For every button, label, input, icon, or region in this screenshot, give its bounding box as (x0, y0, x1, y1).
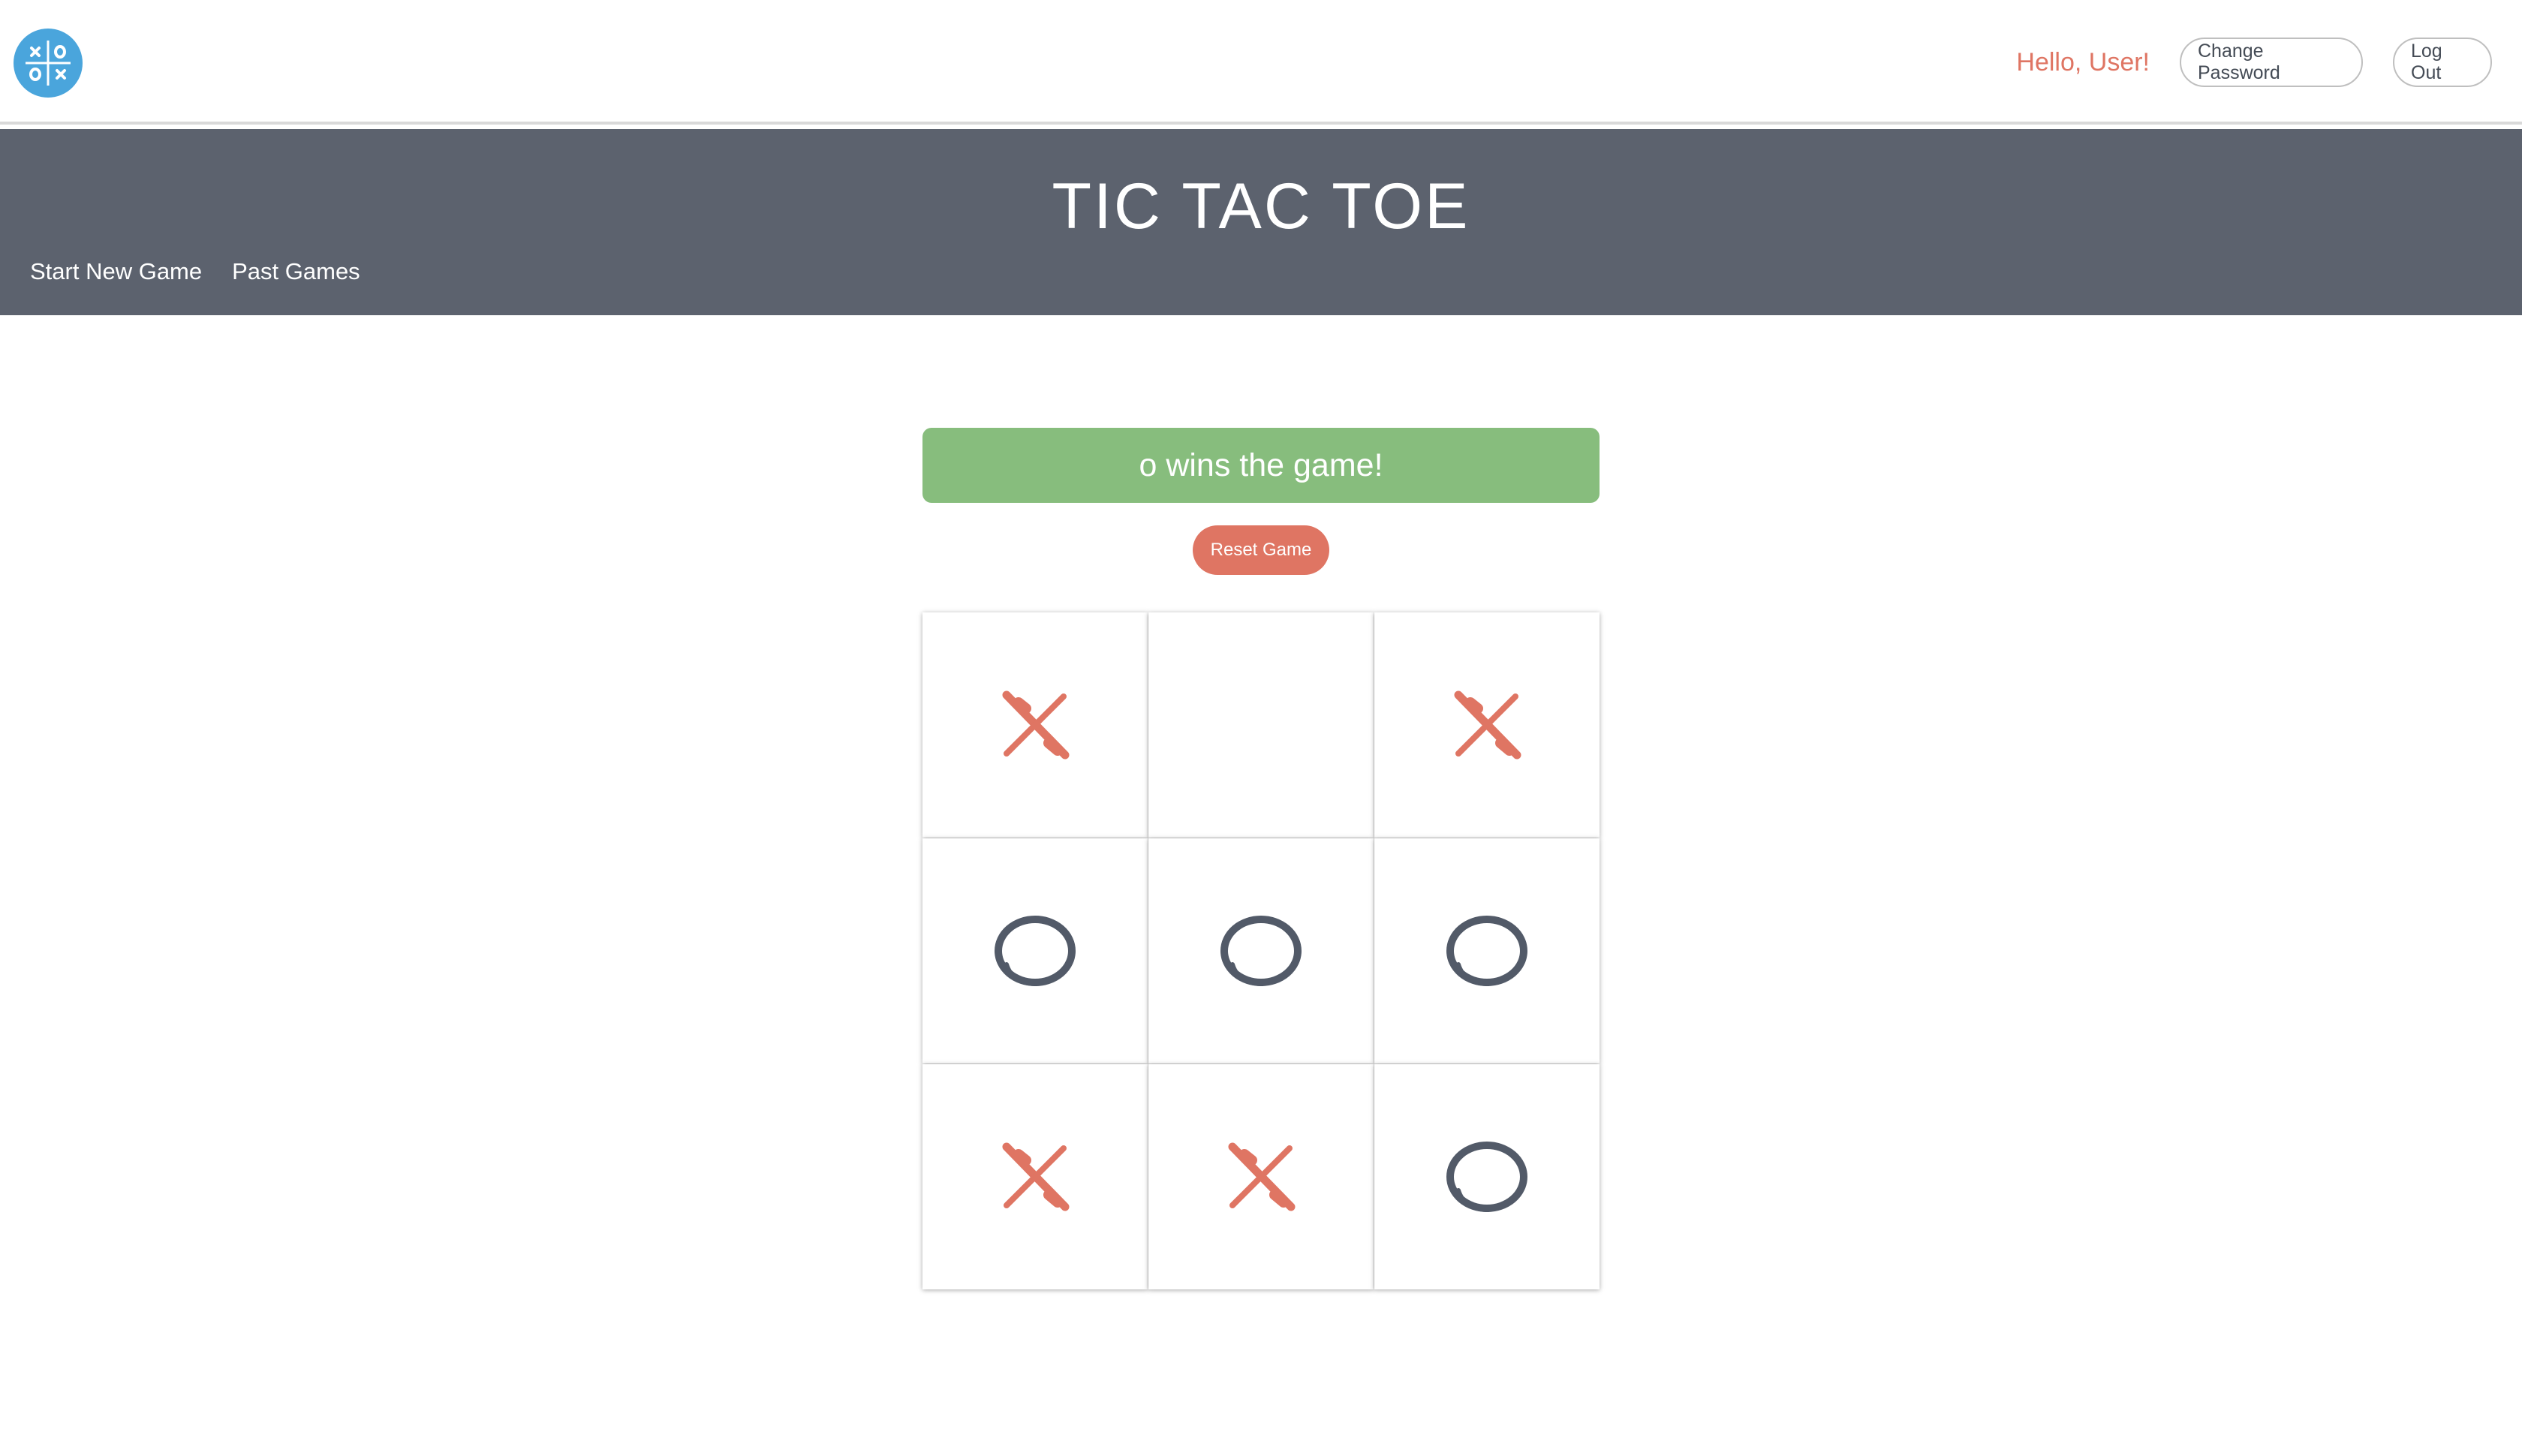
x-mark-icon (996, 1138, 1074, 1216)
past-games-link[interactable]: Past Games (232, 258, 360, 285)
o-mark-icon (1442, 1138, 1532, 1216)
board-cell[interactable] (1374, 612, 1600, 838)
tic-tac-toe-logo-icon[interactable] (14, 29, 83, 98)
board-cell[interactable] (922, 1064, 1148, 1289)
start-new-game-link[interactable]: Start New Game (30, 258, 202, 285)
x-mark-icon (996, 686, 1074, 764)
user-nav: Hello, User! Change Password Log Out (2016, 38, 2492, 87)
o-mark-icon (990, 912, 1080, 990)
greeting-text: Hello, User! (2016, 47, 2150, 77)
o-mark-icon (1442, 912, 1532, 990)
board-cell[interactable] (1148, 1064, 1374, 1289)
board-cell[interactable] (1374, 838, 1600, 1063)
change-password-button[interactable]: Change Password (2180, 38, 2363, 87)
main-nav: Start New Game Past Games (30, 258, 360, 285)
x-mark-icon (1222, 1138, 1300, 1216)
header-band: TIC TAC TOE Start New Game Past Games (0, 129, 2522, 315)
board-cell[interactable] (1374, 1064, 1600, 1289)
board-cell[interactable] (922, 612, 1148, 838)
board-cell[interactable] (1148, 838, 1374, 1063)
o-mark-icon (1216, 912, 1306, 990)
logout-button[interactable]: Log Out (2393, 38, 2492, 87)
game-board (922, 612, 1601, 1289)
game-result-banner: o wins the game! (922, 428, 1600, 503)
top-bar: Hello, User! Change Password Log Out (0, 0, 2522, 125)
page-title: TIC TAC TOE (1052, 170, 1470, 242)
board-cell[interactable] (1148, 612, 1374, 838)
reset-game-button[interactable]: Reset Game (1193, 525, 1329, 575)
board-cell[interactable] (922, 838, 1148, 1063)
x-mark-icon (1448, 686, 1526, 764)
